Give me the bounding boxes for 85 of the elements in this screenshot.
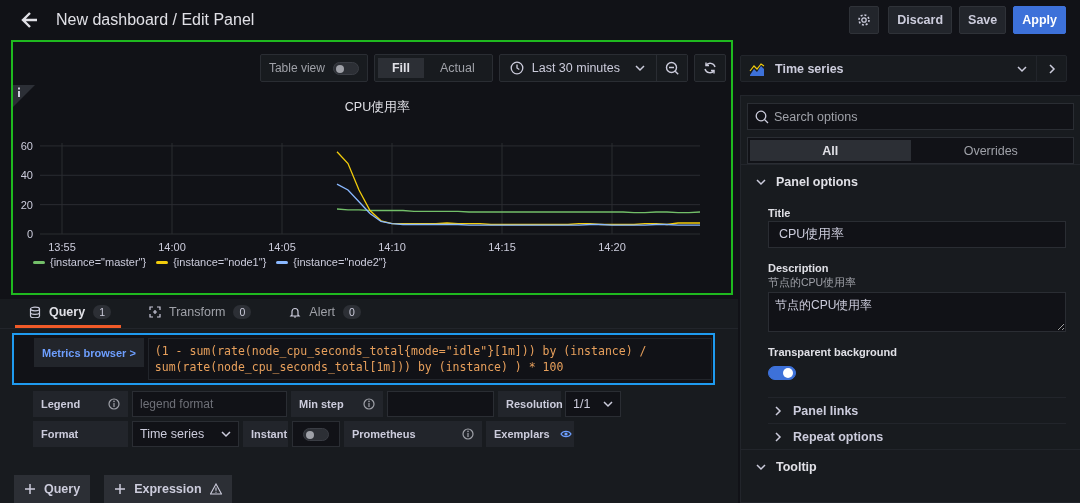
time-series-icon [749, 61, 765, 76]
chevron-down-icon [755, 176, 767, 188]
page-title: New dashboard / Edit Panel [56, 11, 255, 29]
caret-down-icon [602, 398, 614, 410]
subsection-header[interactable]: Panel links [768, 397, 1066, 423]
search-icon [755, 110, 769, 124]
field-label: Title [768, 207, 792, 219]
x-axis-label: 13:55 [48, 241, 76, 253]
header-button[interactable]: Discard [888, 6, 953, 34]
field-label: Legend [41, 398, 81, 410]
x-axis-label: 14:00 [158, 241, 186, 253]
settings-icon [857, 13, 872, 27]
header-button[interactable]: Apply [1013, 6, 1066, 34]
legend-label[interactable]: {instance="master"} [50, 256, 147, 268]
description-input[interactable]: 节点的CPU使用率 [768, 292, 1066, 332]
add-button[interactable]: Query [14, 475, 91, 503]
min-step-input[interactable] [387, 391, 494, 417]
legend-input[interactable]: legend format [132, 391, 287, 417]
plus-icon [24, 483, 36, 495]
x-axis-label: 14:05 [268, 241, 296, 253]
chevron-right-icon [772, 404, 784, 417]
query-editor-field[interactable]: (1 - sum(rate(node_cpu_seconds_total{mode="idle"}[1m])) by (instance) / sum(rate(node_cpu_seconds_total[1m])) by (instance) ) * 100 [147, 338, 712, 380]
info-corner-icon [13, 85, 35, 107]
size-mode-option[interactable]: Fill [377, 58, 424, 78]
chevron-right-icon [772, 430, 784, 443]
header-button[interactable]: Save [959, 6, 1007, 34]
resolution-select[interactable]: 1/1 [565, 391, 621, 417]
bell-icon [289, 306, 302, 318]
options-tab[interactable]: All [750, 140, 911, 161]
table-view-switch[interactable] [332, 61, 359, 75]
toggle-switch[interactable] [768, 366, 796, 380]
add-button[interactable]: Expression [104, 475, 232, 503]
y-axis-label: 60 [20, 139, 33, 152]
panel-title: CPU使用率 [344, 99, 411, 115]
field-label: Min step [299, 398, 344, 410]
title-input[interactable]: CPU使用率 [768, 221, 1066, 248]
field-label: Format [33, 421, 128, 447]
table-view-label: Table view [268, 61, 325, 75]
query-tab[interactable]: Alert 0 [275, 299, 371, 328]
y-axis-label: 40 [20, 169, 33, 182]
x-axis-label: 14:10 [378, 241, 406, 253]
warning-icon [209, 483, 222, 495]
section-header[interactable]: Tooltip [747, 450, 817, 484]
field-description: 节点的CPU使用率 [768, 276, 858, 290]
chevron-down-icon [755, 461, 767, 473]
eye-icon [559, 428, 572, 440]
field-label: Description [768, 262, 830, 274]
size-mode-option[interactable]: Actual [426, 58, 489, 78]
count-badge: 0 [233, 305, 252, 319]
count-badge: 0 [343, 305, 361, 319]
metrics-browser-button[interactable]: Metrics browser > [34, 338, 144, 367]
query-tab[interactable]: Query 1 [15, 299, 121, 328]
clock-icon [509, 61, 524, 75]
legend-label[interactable]: {instance="node2"} [293, 256, 387, 268]
caret-down-icon [634, 62, 646, 74]
query-tab[interactable]: Transform 0 [135, 299, 262, 328]
x-axis-label: 14:15 [488, 241, 516, 253]
y-axis-label: 0 [26, 228, 33, 240]
search-field[interactable]: Search options [747, 103, 1074, 130]
refresh-button[interactable] [694, 54, 726, 82]
transform-icon [149, 306, 161, 318]
zoom-out-icon [665, 61, 679, 75]
x-axis-label: 14:20 [598, 241, 626, 253]
field-label: Prometheus [352, 428, 416, 440]
options-tab[interactable]: Overrides [910, 140, 1071, 161]
plus-icon [114, 483, 127, 495]
count-badge: 1 [93, 305, 111, 319]
refresh-icon [703, 61, 717, 75]
database-icon [29, 306, 41, 318]
field-label: Resolution [498, 391, 561, 417]
subsection-header[interactable]: Repeat options [768, 423, 1066, 449]
caret-down-icon [220, 428, 232, 440]
info-icon [363, 398, 375, 410]
legend-label[interactable]: {instance="node1"} [173, 256, 267, 268]
back-arrow-icon[interactable] [20, 10, 40, 30]
format-select[interactable]: Time series [132, 421, 239, 447]
info-icon [108, 398, 120, 410]
instant-switch[interactable] [303, 427, 329, 441]
y-axis-label: 20 [20, 198, 33, 211]
field-label: Instant [243, 421, 288, 447]
info-icon [462, 428, 474, 440]
section-header[interactable]: Panel options [747, 165, 858, 199]
field-label: Exemplars [494, 428, 550, 440]
field-label: Transparent background [768, 346, 898, 358]
settings-button[interactable] [849, 6, 880, 34]
